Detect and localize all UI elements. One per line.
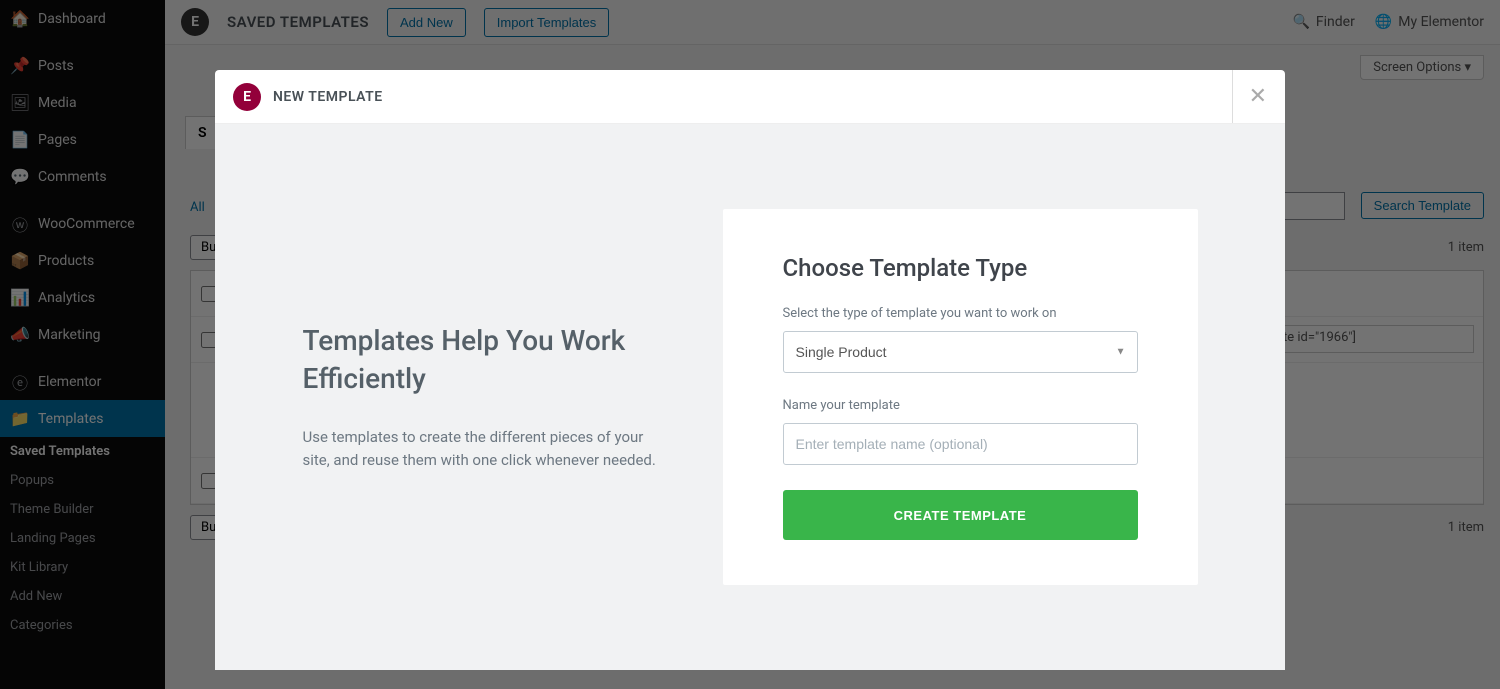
modal-title: NEW TEMPLATE bbox=[273, 89, 383, 105]
create-template-button[interactable]: CREATE TEMPLATE bbox=[783, 490, 1138, 540]
modal-header: E NEW TEMPLATE ✕ bbox=[215, 70, 1285, 124]
modal-intro-body: Use templates to create the different pi… bbox=[303, 426, 663, 473]
modal-body: Templates Help You Work Efficiently Use … bbox=[215, 124, 1285, 670]
template-type-label: Select the type of template you want to … bbox=[783, 306, 1138, 321]
modal-intro-copy: Templates Help You Work Efficiently Use … bbox=[303, 322, 663, 472]
close-icon[interactable]: ✕ bbox=[1232, 70, 1267, 123]
template-type-select[interactable]: Single Product bbox=[783, 331, 1138, 373]
modal-brand-badge: E bbox=[233, 83, 261, 111]
template-name-input[interactable] bbox=[783, 423, 1138, 465]
modal-intro-heading: Templates Help You Work Efficiently bbox=[303, 322, 663, 398]
form-title: Choose Template Type bbox=[783, 254, 1138, 282]
template-form-card: Choose Template Type Select the type of … bbox=[723, 209, 1198, 585]
template-name-label: Name your template bbox=[783, 398, 1138, 413]
new-template-modal: E NEW TEMPLATE ✕ Templates Help You Work… bbox=[215, 70, 1285, 670]
